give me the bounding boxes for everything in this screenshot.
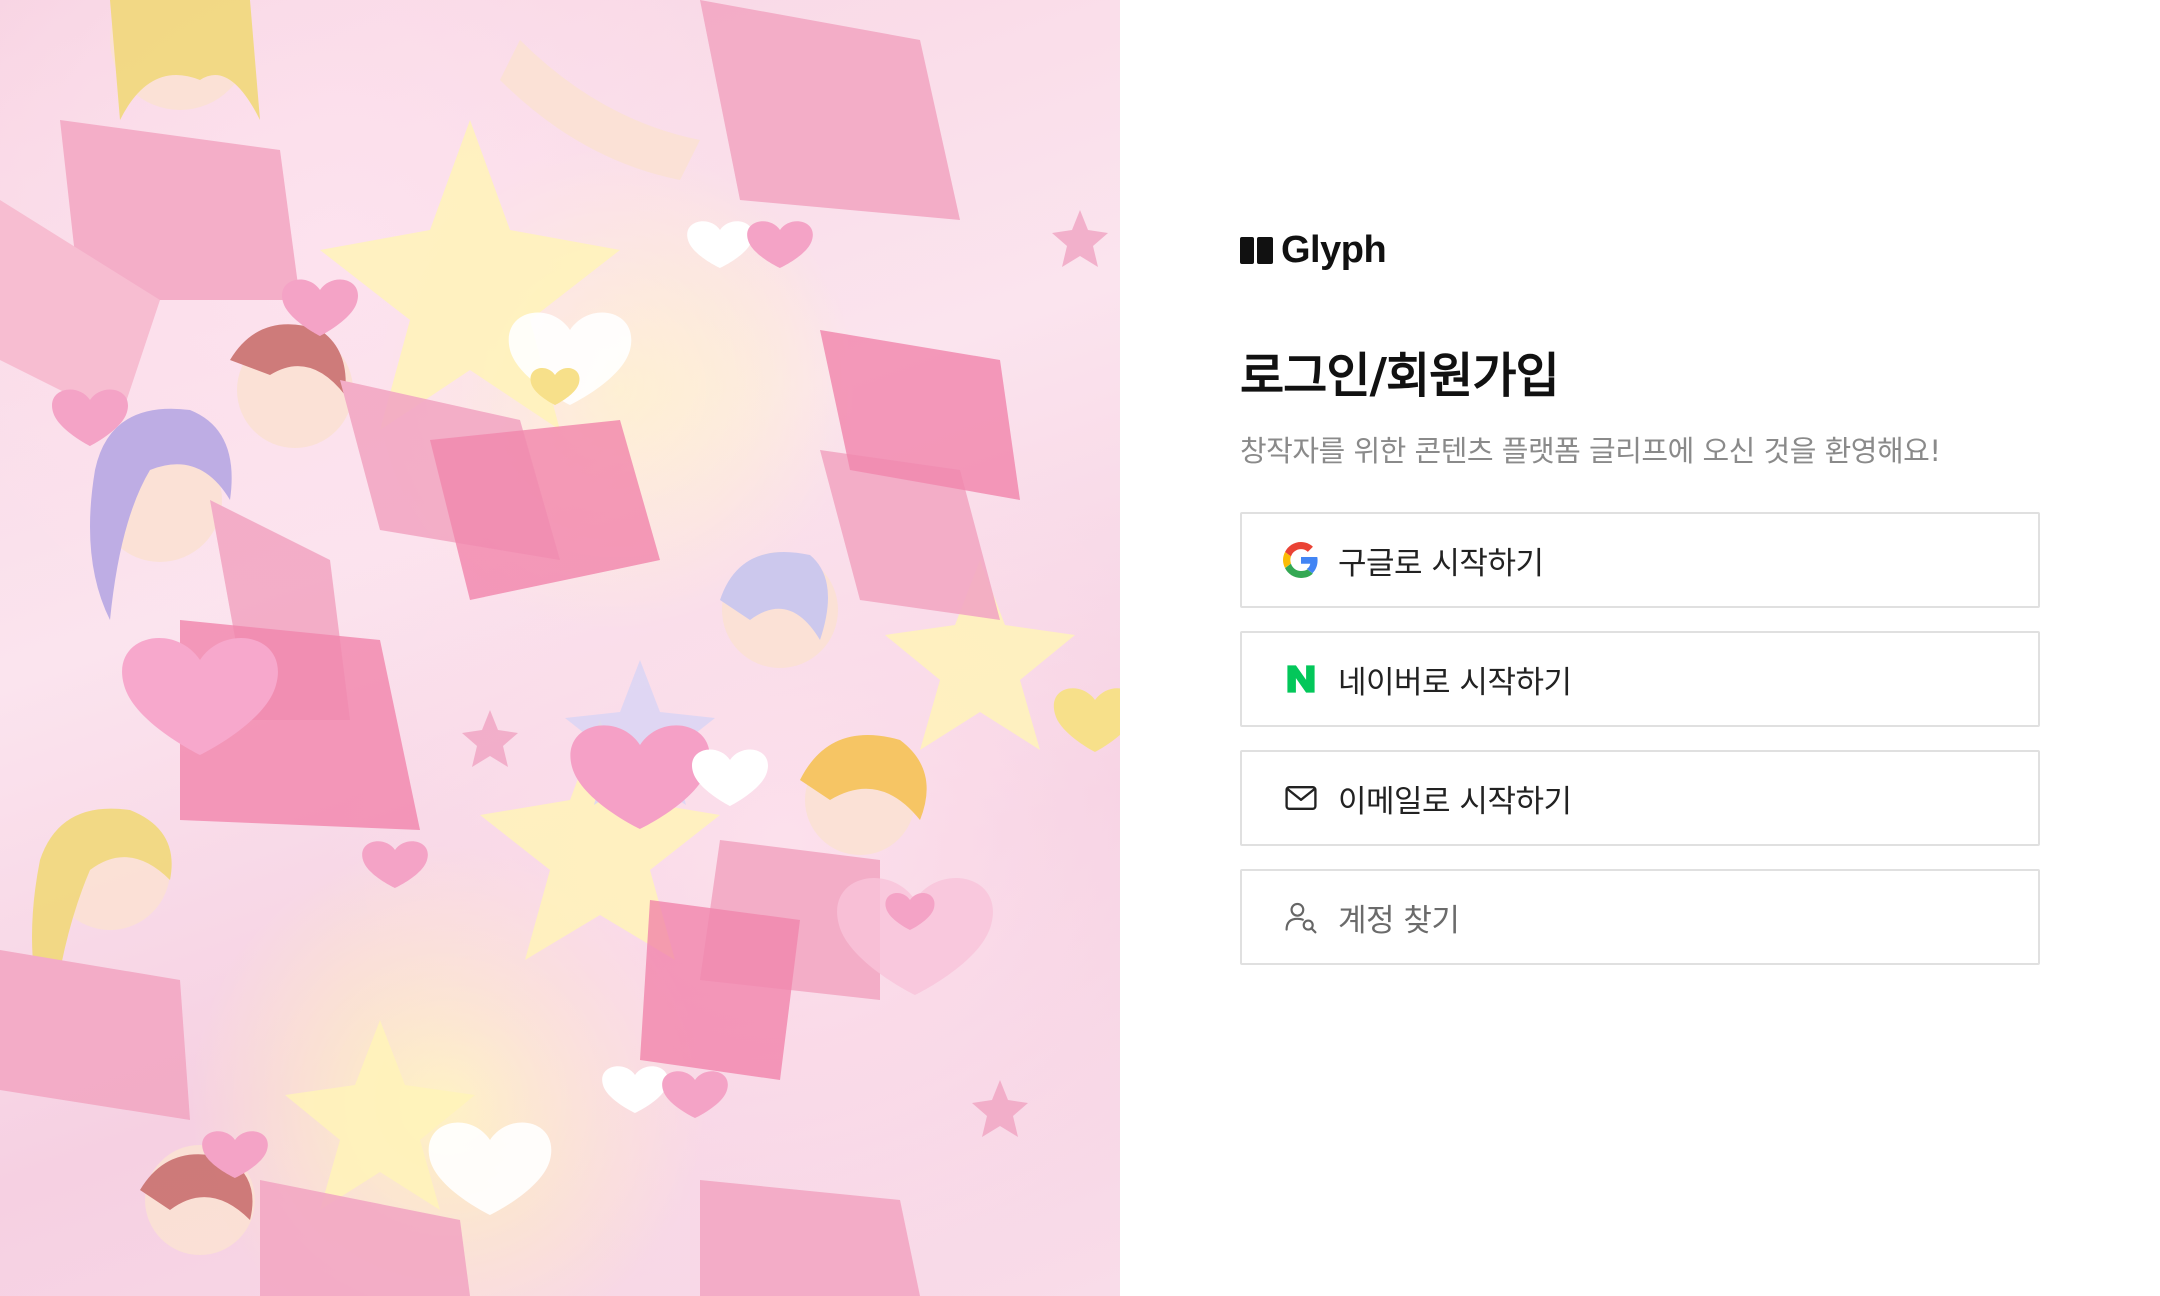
find-account-label: 계정 찾기 — [1338, 902, 1460, 939]
brand-name: Glyph — [1281, 228, 1387, 271]
google-login-label: 구글로 시작하기 — [1338, 545, 1544, 582]
user-search-icon — [1282, 898, 1320, 936]
google-login-button[interactable]: 구글로 시작하기 — [1240, 512, 2040, 608]
login-page: Glyph 로그인/회원가입 창작자를 위한 콘텐츠 플랫폼 글리프에 오신 것… — [0, 0, 2160, 1296]
page-subtitle: 창작자를 위한 콘텐츠 플랫폼 글리프에 오신 것을 환영해요! — [1240, 434, 1941, 468]
naver-login-label: 네이버로 시작하기 — [1338, 664, 1572, 701]
google-icon — [1282, 541, 1320, 579]
mail-icon — [1282, 779, 1320, 817]
naver-icon — [1282, 660, 1320, 698]
login-options: 구글로 시작하기 네이버로 시작하기 이메일로 시작하기 계정 찾기 — [1240, 512, 2040, 965]
artwork-illustration — [0, 0, 1120, 1296]
brand-logo[interactable]: Glyph — [1240, 228, 2040, 272]
glyph-logo-icon — [1240, 236, 1273, 264]
artwork-panel — [0, 0, 1120, 1296]
email-login-button[interactable]: 이메일로 시작하기 — [1240, 750, 2040, 846]
login-panel: Glyph 로그인/회원가입 창작자를 위한 콘텐츠 플랫폼 글리프에 오신 것… — [1120, 0, 2160, 1296]
find-account-button[interactable]: 계정 찾기 — [1240, 869, 2040, 965]
page-title: 로그인/회원가입 — [1240, 348, 1560, 404]
naver-login-button[interactable]: 네이버로 시작하기 — [1240, 631, 2040, 727]
email-login-label: 이메일로 시작하기 — [1338, 783, 1572, 820]
login-content: Glyph 로그인/회원가입 창작자를 위한 콘텐츠 플랫폼 글리프에 오신 것… — [1240, 228, 2040, 965]
